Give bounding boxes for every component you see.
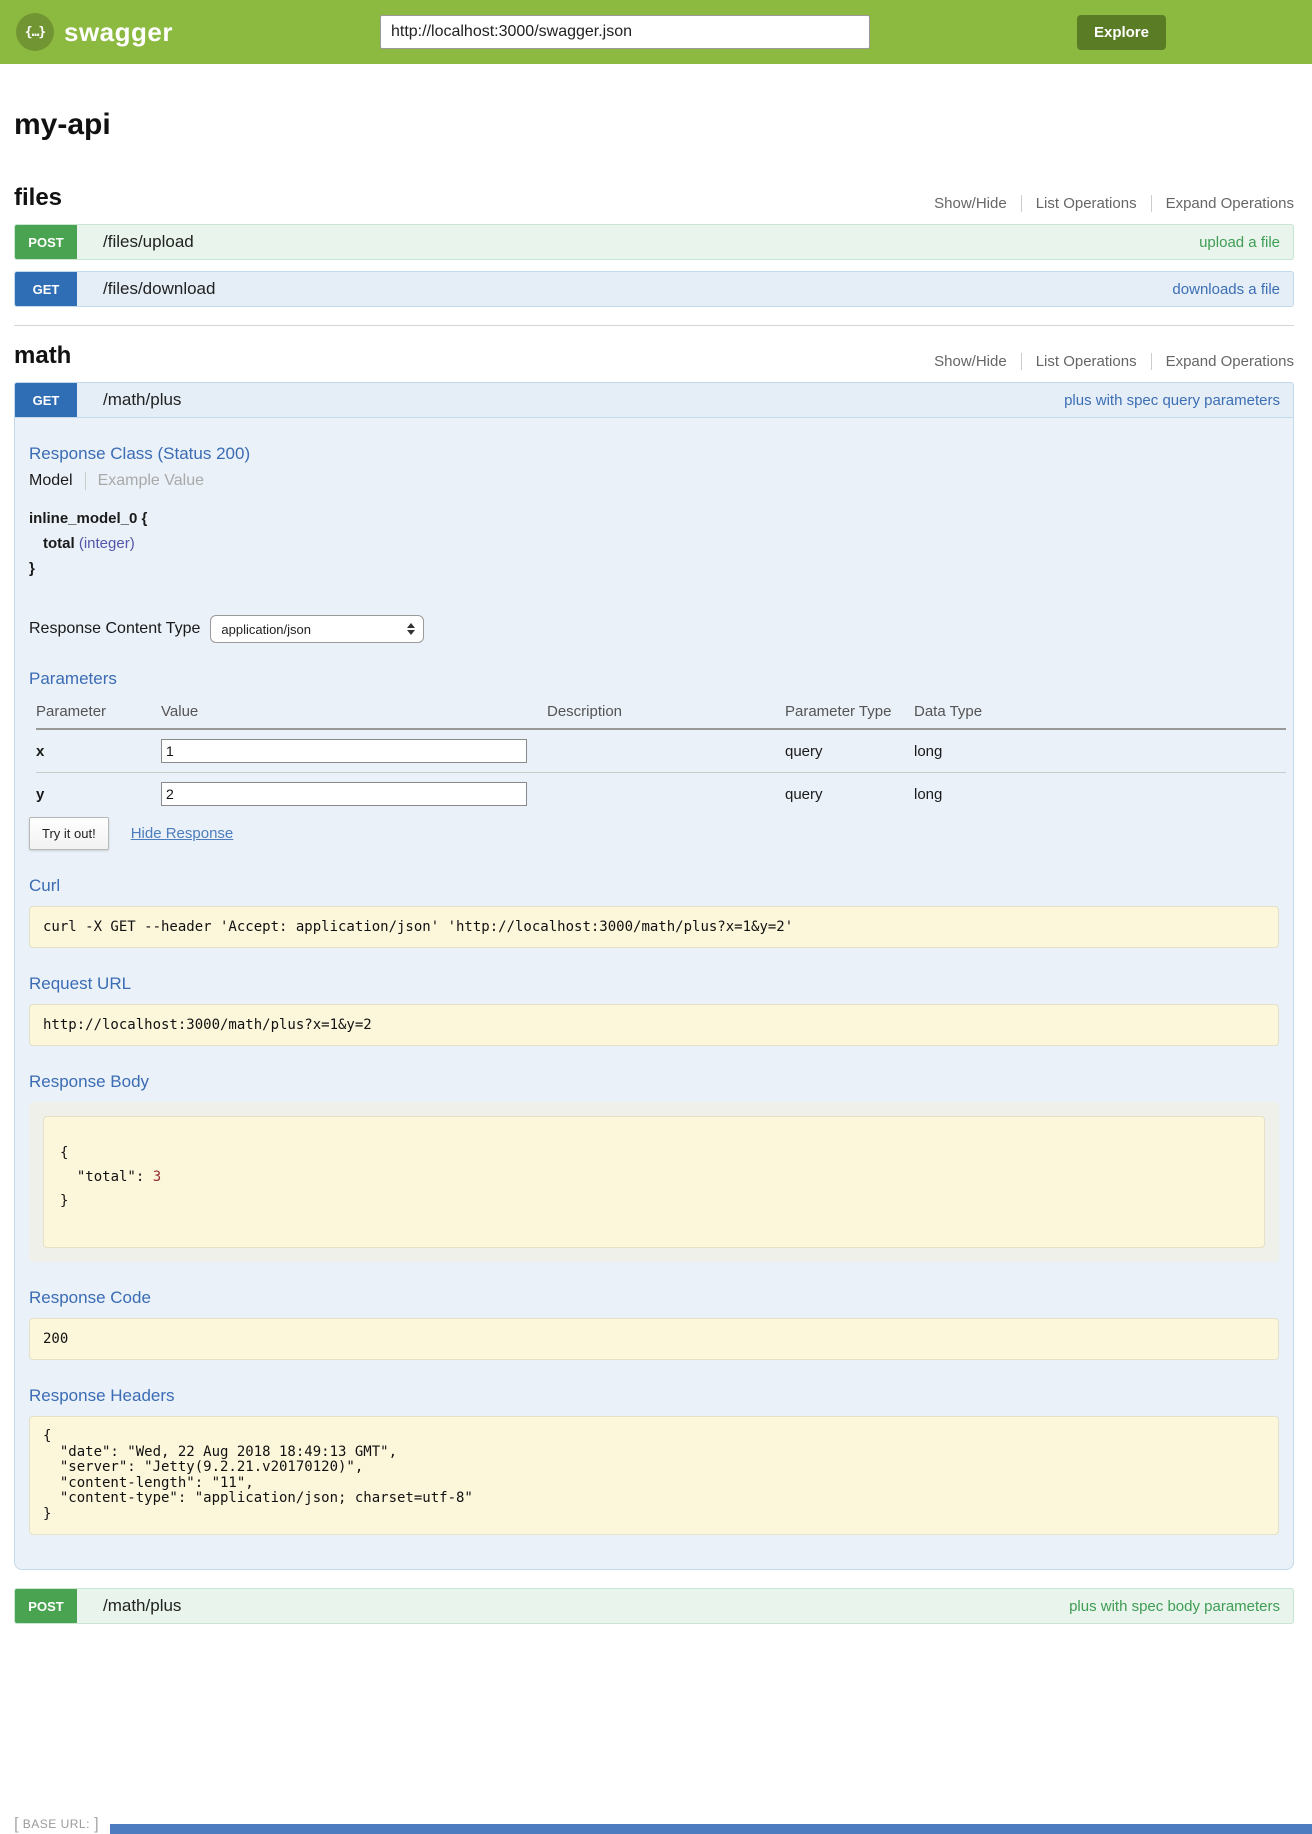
- model-property-line: total (integer): [29, 531, 1279, 556]
- json-value: 3: [153, 1169, 161, 1185]
- math-section-header: math Show/Hide List Operations Expand Op…: [14, 342, 1294, 370]
- math-section-name[interactable]: math: [14, 342, 71, 370]
- json-key: "total":: [77, 1169, 144, 1185]
- select-arrows-icon: [407, 623, 415, 635]
- swagger-logo-text: swagger: [64, 17, 173, 48]
- operation-summary: plus with spec body parameters: [1069, 1598, 1280, 1615]
- model-tabs: Model Example Value: [29, 472, 1279, 490]
- resource-section-files: files Show/Hide List Operations Expand O…: [14, 184, 1294, 307]
- selected-content-type: application/json: [221, 622, 407, 637]
- expand-operations-link[interactable]: Expand Operations: [1151, 195, 1294, 212]
- parameter-row-y: y query long: [36, 773, 1286, 816]
- explore-button[interactable]: Explore: [1077, 15, 1166, 50]
- show-hide-link[interactable]: Show/Hide: [920, 195, 1021, 212]
- base-url-bracket-open: [: [14, 1814, 19, 1834]
- method-badge-post: POST: [15, 1588, 77, 1624]
- operation-row-get-files-download[interactable]: GET /files/download downloads a file: [14, 271, 1294, 307]
- response-headers-heading: Response Headers: [29, 1386, 1279, 1406]
- response-code-heading: Response Code: [29, 1288, 1279, 1308]
- base-url-bracket-close: ]: [94, 1814, 99, 1834]
- curl-heading: Curl: [29, 876, 1279, 896]
- parameter-x-input[interactable]: [161, 739, 527, 763]
- parameter-type: query: [785, 729, 914, 773]
- response-body-wrapper: { "total": 3}: [29, 1102, 1279, 1262]
- response-headers-block: { "date": "Wed, 22 Aug 2018 18:49:13 GMT…: [29, 1416, 1279, 1535]
- parameters-table: Parameter Value Description Parameter Ty…: [36, 699, 1286, 815]
- operation-row-post-math-plus[interactable]: POST /math/plus plus with spec body para…: [14, 1588, 1294, 1624]
- operation-path-link[interactable]: /math/plus: [103, 390, 1064, 410]
- parameter-data-type: long: [914, 773, 1286, 816]
- spec-url-input[interactable]: [380, 15, 870, 49]
- request-url-block: http://localhost:3000/math/plus?x=1&y=2: [29, 1004, 1279, 1046]
- method-badge-post: POST: [15, 224, 77, 260]
- list-operations-link[interactable]: List Operations: [1021, 353, 1151, 370]
- parameter-name: y: [36, 773, 161, 816]
- model-property-type: (integer): [79, 535, 135, 552]
- parameters-heading: Parameters: [29, 669, 1279, 689]
- resource-section-math: math Show/Hide List Operations Expand Op…: [14, 342, 1294, 1624]
- topbar: {…} swagger Explore: [0, 0, 1312, 64]
- try-it-out-row: Try it out! Hide Response: [29, 817, 1279, 850]
- column-header-description: Description: [547, 699, 785, 729]
- curl-command-block: curl -X GET --header 'Accept: applicatio…: [29, 906, 1279, 948]
- response-content-type-label: Response Content Type: [29, 620, 200, 638]
- column-header-parameter-type: Parameter Type: [785, 699, 914, 729]
- swagger-brackets-icon: {…}: [16, 13, 54, 51]
- operation-row-post-files-upload[interactable]: POST /files/upload upload a file: [14, 224, 1294, 260]
- method-badge-get: GET: [15, 382, 77, 418]
- section-divider: [14, 325, 1294, 326]
- tab-model[interactable]: Model: [29, 472, 85, 490]
- method-badge-get: GET: [15, 271, 77, 307]
- operation-detail-panel: Response Class (Status 200) Model Exampl…: [14, 418, 1294, 1570]
- model-property-name: total: [43, 535, 75, 552]
- files-section-controls: Show/Hide List Operations Expand Operati…: [920, 195, 1294, 212]
- parameter-description: [547, 729, 785, 773]
- model-open-line: inline_model_0 {: [29, 506, 1279, 531]
- operation-path-link[interactable]: /files/download: [103, 279, 1172, 299]
- base-url-label: BASE URL:: [23, 1817, 90, 1831]
- parameter-data-type: long: [914, 729, 1286, 773]
- main-content: my-api files Show/Hide List Operations E…: [0, 64, 1312, 1834]
- hide-response-link[interactable]: Hide Response: [131, 825, 234, 842]
- parameter-y-input[interactable]: [161, 782, 527, 806]
- model-signature: inline_model_0 { total (integer) }: [29, 506, 1279, 581]
- topbar-center: [173, 15, 1077, 49]
- json-open-brace: {: [60, 1145, 68, 1161]
- json-close-brace: }: [60, 1193, 68, 1209]
- parameter-description: [547, 773, 785, 816]
- files-section-name[interactable]: files: [14, 184, 62, 212]
- column-header-value: Value: [161, 699, 547, 729]
- operation-summary: upload a file: [1199, 234, 1280, 251]
- response-class-heading: Response Class (Status 200): [29, 444, 1279, 464]
- column-header-data-type: Data Type: [914, 699, 1286, 729]
- operation-summary: plus with spec query parameters: [1064, 392, 1280, 409]
- expand-operations-link[interactable]: Expand Operations: [1151, 353, 1294, 370]
- tab-example-value[interactable]: Example Value: [85, 472, 204, 490]
- parameter-row-x: x query long: [36, 729, 1286, 773]
- spacer: [14, 1570, 1294, 1588]
- model-close-line: }: [29, 556, 1279, 581]
- footer-accent-bar: [110, 1824, 1312, 1834]
- try-it-out-button[interactable]: Try it out!: [29, 817, 109, 850]
- response-content-type-select[interactable]: application/json: [210, 615, 424, 643]
- show-hide-link[interactable]: Show/Hide: [920, 353, 1021, 370]
- operation-summary: downloads a file: [1172, 281, 1280, 298]
- operation-path-link[interactable]: /files/upload: [103, 232, 1199, 252]
- math-section-controls: Show/Hide List Operations Expand Operati…: [920, 353, 1294, 370]
- operation-path-link[interactable]: /math/plus: [103, 1596, 1069, 1616]
- parameters-header-row: Parameter Value Description Parameter Ty…: [36, 699, 1286, 729]
- api-title: my-api: [14, 108, 1294, 142]
- response-body-block: { "total": 3}: [43, 1116, 1265, 1248]
- swagger-logo[interactable]: {…} swagger: [16, 13, 173, 51]
- response-body-heading: Response Body: [29, 1072, 1279, 1092]
- response-content-type-row: Response Content Type application/json: [29, 615, 1279, 643]
- files-section-header: files Show/Hide List Operations Expand O…: [14, 184, 1294, 212]
- request-url-heading: Request URL: [29, 974, 1279, 994]
- operation-row-get-math-plus[interactable]: GET /math/plus plus with spec query para…: [14, 382, 1294, 418]
- list-operations-link[interactable]: List Operations: [1021, 195, 1151, 212]
- parameter-name: x: [36, 729, 161, 773]
- response-code-block: 200: [29, 1318, 1279, 1360]
- parameter-type: query: [785, 773, 914, 816]
- column-header-parameter: Parameter: [36, 699, 161, 729]
